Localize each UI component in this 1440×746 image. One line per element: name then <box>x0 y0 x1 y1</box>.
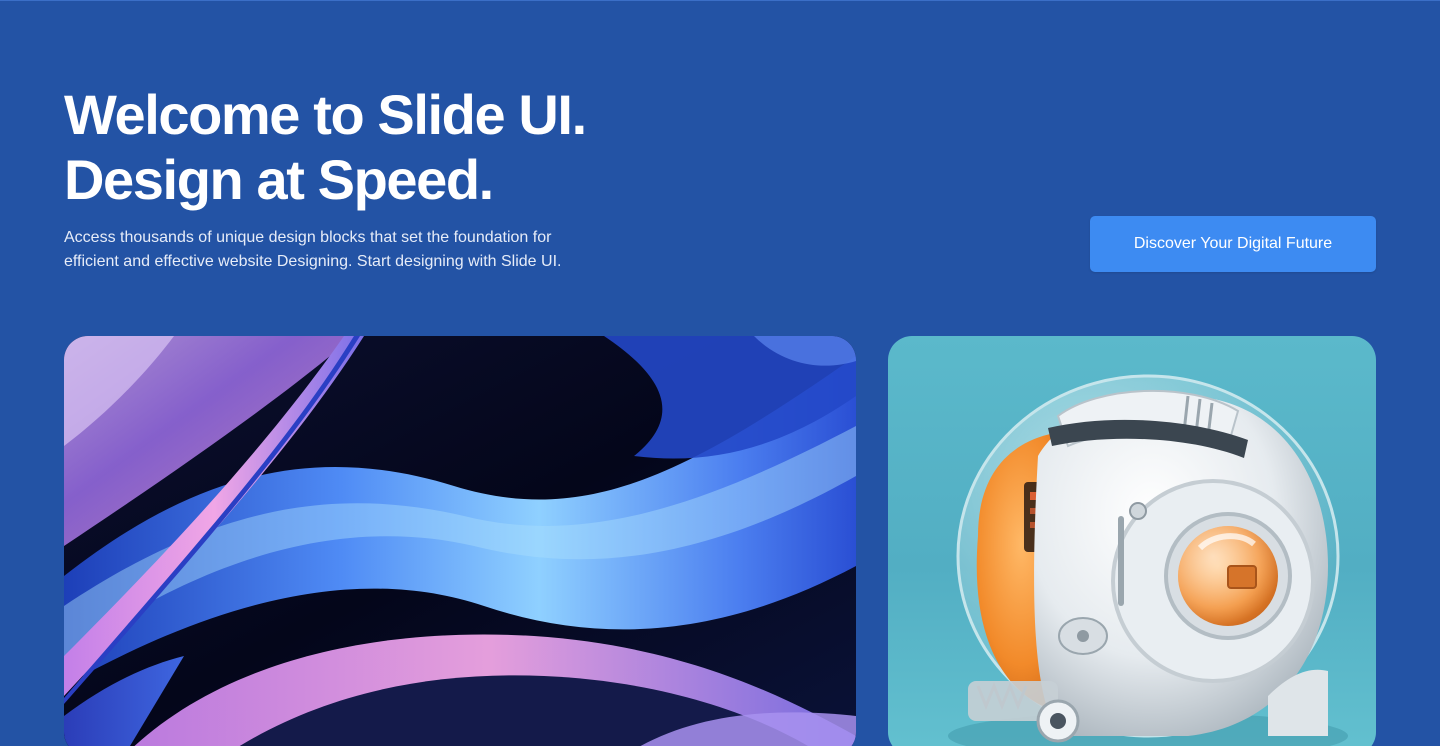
headline-line-2: Design at Speed. <box>64 148 494 211</box>
headline-line-1: Welcome to Slide UI. <box>64 83 587 146</box>
discover-button[interactable]: Discover Your Digital Future <box>1090 216 1376 272</box>
description-line-2: efficient and effective website Designin… <box>64 253 562 270</box>
description-line-1: Access thousands of unique design blocks… <box>64 229 552 246</box>
hero-section: Welcome to Slide UI. Design at Speed. Ac… <box>0 0 1440 746</box>
hero-description: Access thousands of unique design blocks… <box>64 226 644 274</box>
abstract-wave-image <box>64 336 856 746</box>
top-divider <box>0 0 1440 1</box>
page-title: Welcome to Slide UI. Design at Speed. <box>64 82 587 212</box>
robot-capsule-image <box>888 336 1376 746</box>
